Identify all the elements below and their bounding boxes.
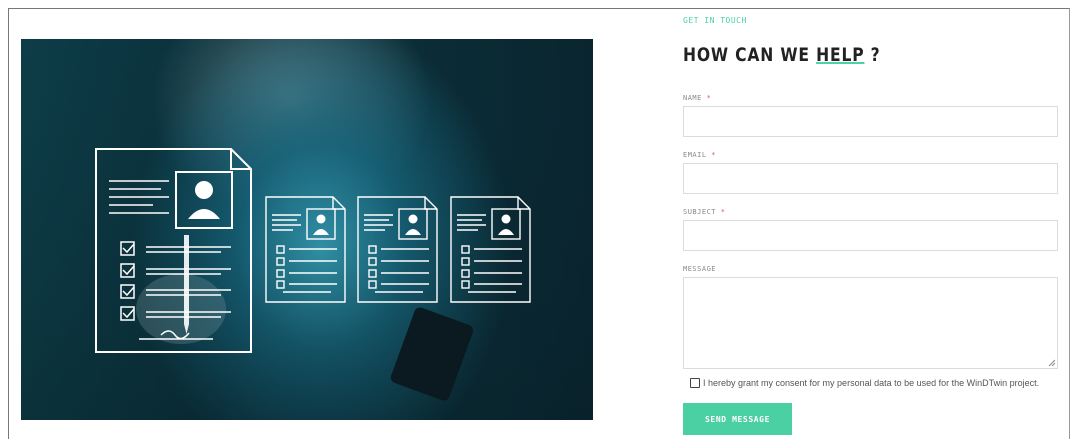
heading-text: HOW CAN WE — [683, 44, 817, 66]
email-field[interactable] — [683, 163, 1058, 194]
name-label: NAME * — [683, 94, 711, 102]
consent-row: I hereby grant my consent for my persona… — [690, 378, 1039, 388]
send-message-button[interactable]: SEND MESSAGE — [683, 403, 792, 435]
required-mark: * — [720, 208, 726, 216]
consent-checkbox[interactable] — [690, 378, 700, 388]
required-mark: * — [711, 151, 717, 159]
heading-highlight: HELP — [816, 44, 865, 66]
message-label: MESSAGE — [683, 265, 717, 273]
section-eyebrow: GET IN TOUCH — [683, 16, 747, 25]
email-label-text: EMAIL — [683, 151, 707, 159]
subject-label: SUBJECT * — [683, 208, 725, 216]
email-label: EMAIL * — [683, 151, 716, 159]
message-field[interactable] — [683, 277, 1058, 369]
form-heading: HOW CAN WE HELP ? — [683, 44, 881, 66]
consent-text: I hereby grant my consent for my persona… — [703, 378, 1040, 388]
resize-grip-icon[interactable] — [1048, 359, 1055, 366]
required-mark: * — [706, 94, 712, 102]
name-field[interactable] — [683, 106, 1058, 137]
name-label-text: NAME — [683, 94, 702, 102]
hero-image — [21, 39, 593, 420]
subject-field[interactable] — [683, 220, 1058, 251]
heading-suffix: ? — [864, 44, 881, 66]
subject-label-text: SUBJECT — [683, 208, 717, 216]
resume-documents-icon — [21, 39, 593, 420]
